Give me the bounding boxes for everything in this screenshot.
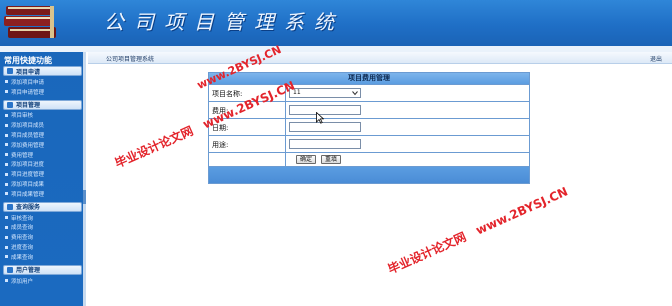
sidebar-item-review-query[interactable]: 审核查询 xyxy=(0,213,85,223)
bullet-icon xyxy=(5,133,8,137)
bullet-icon xyxy=(5,235,8,239)
sidebar-item-label: 进度查询 xyxy=(11,245,34,252)
bullet-icon xyxy=(5,113,8,117)
folder-icon xyxy=(7,101,13,108)
bullet-icon xyxy=(5,192,8,196)
panel-footer xyxy=(209,166,529,183)
sidebar-item-member-query[interactable]: 成员查询 xyxy=(0,223,85,233)
panel-title: 项目费用管理 xyxy=(209,73,529,84)
purpose-label: 用途: xyxy=(209,136,286,152)
sidebar-item-result-query[interactable]: 成果查询 xyxy=(0,252,85,262)
sidebar-item-add-project-apply[interactable]: 添加项目申请 xyxy=(0,77,85,87)
bullet-icon xyxy=(5,153,8,157)
sidebar-item-add-user[interactable]: 添加用户 xyxy=(0,276,85,286)
group-label: 查询服务 xyxy=(16,204,41,212)
sidebar-item-progress-manage[interactable]: 项目进度管理 xyxy=(0,169,85,179)
app-header: 公司项目管理系统 xyxy=(0,0,672,46)
confirm-button[interactable]: 确定 xyxy=(296,155,317,164)
form-row-date: 日期: xyxy=(209,118,529,135)
sidebar-item-label: 添加项目成果 xyxy=(11,182,45,189)
cost-form-panel: 项目费用管理 项目名称: 11 费用: 日期: 用途: 确定 重填 xyxy=(208,72,530,184)
bullet-icon xyxy=(5,80,8,84)
project-name-label: 项目名称: xyxy=(209,85,286,101)
bullet-icon xyxy=(5,225,8,229)
sidebar-item-add-cost[interactable]: 添加费用管理 xyxy=(0,140,85,150)
sidebar-item-label: 项目成果管理 xyxy=(11,191,45,198)
search-icon xyxy=(7,203,13,210)
group-header-query[interactable]: 查询服务 xyxy=(3,201,82,212)
sidebar-item-label: 成员查询 xyxy=(11,225,34,232)
group-label: 用户管理 xyxy=(16,267,41,275)
sidebar-scrollbar[interactable] xyxy=(83,52,86,306)
form-row-project-name: 项目名称: 11 xyxy=(209,84,529,101)
cost-label: 费用: xyxy=(209,102,286,118)
folder-icon xyxy=(7,68,13,74)
bullet-icon xyxy=(5,182,8,186)
nav-group-query: 查询服务 审核查询 成员查询 费用查询 进度查询 成果查询 xyxy=(0,201,85,264)
sidebar-item-label: 添加费用管理 xyxy=(11,142,45,149)
sidebar-item-label: 审核查询 xyxy=(11,215,34,222)
form-row-cost: 费用: xyxy=(209,101,529,118)
main-content: 公司项目管理系统 退出 项目费用管理 项目名称: 11 费用: 日期: 用途: … xyxy=(88,52,672,306)
cost-input[interactable] xyxy=(289,105,361,115)
group-label: 项目申请 xyxy=(16,68,41,76)
purpose-input[interactable] xyxy=(289,139,361,149)
logout-link[interactable]: 退出 xyxy=(650,54,662,63)
form-row-purpose: 用途: xyxy=(209,135,529,152)
sidebar-item-label: 费用管理 xyxy=(11,152,34,159)
sidebar-item-label: 添加用户 xyxy=(11,278,34,285)
bullet-icon xyxy=(5,216,8,220)
group-header-project-manage[interactable]: 项目管理 xyxy=(3,99,82,110)
sidebar-item-progress-query[interactable]: 进度查询 xyxy=(0,242,85,252)
date-label: 日期: xyxy=(209,119,286,135)
reset-button[interactable]: 重填 xyxy=(321,155,342,164)
sidebar-item-label: 项目成员管理 xyxy=(11,133,45,140)
sidebar-item-member-manage[interactable]: 项目成员管理 xyxy=(0,130,85,140)
date-input[interactable] xyxy=(289,122,361,132)
user-icon xyxy=(7,266,13,273)
sidebar-item-label: 项目申请管理 xyxy=(11,89,45,96)
sidebar-item-label: 添加项目成员 xyxy=(11,123,45,130)
form-buttons-row: 确定 重填 xyxy=(209,152,529,166)
sidebar-item-label: 添加项目申请 xyxy=(11,79,45,86)
sidebar-item-label: 项目进度管理 xyxy=(11,172,45,179)
sidebar-item-cost-manage[interactable]: 费用管理 xyxy=(0,150,85,160)
group-label: 项目管理 xyxy=(16,102,41,110)
bullet-icon xyxy=(5,279,8,283)
sidebar-item-label: 添加项目进度 xyxy=(11,162,45,169)
bullet-icon xyxy=(5,162,8,166)
books-logo-icon xyxy=(4,6,56,38)
sidebar-title: 常用快捷功能 xyxy=(4,56,52,65)
sidebar-item-label: 成果查询 xyxy=(11,254,34,261)
project-name-value: 11 xyxy=(293,89,301,96)
sidebar-item-result-manage[interactable]: 项目成果管理 xyxy=(0,189,85,199)
breadcrumb-bar: 公司项目管理系统 退出 xyxy=(88,52,672,64)
bullet-icon xyxy=(5,172,8,176)
nav-group-project-apply: 项目申请 添加项目申请 项目申请管理 xyxy=(0,66,85,99)
sidebar: 常用快捷功能 项目申请 添加项目申请 项目申请管理 项目管理 项目审核 添加项目… xyxy=(0,52,85,306)
app-title: 公司项目管理系统 xyxy=(104,10,344,34)
bullet-icon xyxy=(5,245,8,249)
sidebar-item-label: 项目审核 xyxy=(11,113,34,120)
group-header-project-apply[interactable]: 项目申请 xyxy=(3,66,82,76)
sidebar-item-label: 费用查询 xyxy=(11,235,34,242)
mouse-cursor-icon xyxy=(316,112,324,124)
sidebar-item-project-review[interactable]: 项目审核 xyxy=(0,111,85,121)
sidebar-item-add-progress[interactable]: 添加项目进度 xyxy=(0,160,85,170)
group-header-user-manage[interactable]: 用户管理 xyxy=(3,264,82,275)
nav-group-project-manage: 项目管理 项目审核 添加项目成员 项目成员管理 添加费用管理 费用管理 添加项目… xyxy=(0,99,85,201)
breadcrumb: 公司项目管理系统 xyxy=(106,56,155,63)
bullet-icon xyxy=(5,143,8,147)
sidebar-item-add-result[interactable]: 添加项目成果 xyxy=(0,179,85,189)
scrollbar-thumb[interactable] xyxy=(83,190,86,204)
bullet-icon xyxy=(5,90,8,94)
chevron-down-icon xyxy=(352,91,358,96)
bullet-icon xyxy=(5,255,8,259)
nav-group-user-manage: 用户管理 添加用户 xyxy=(0,264,85,288)
project-name-select[interactable]: 11 xyxy=(289,88,361,98)
sidebar-item-cost-query[interactable]: 费用查询 xyxy=(0,232,85,242)
bullet-icon xyxy=(5,123,8,127)
sidebar-item-project-apply-manage[interactable]: 项目申请管理 xyxy=(0,87,85,97)
sidebar-item-add-member[interactable]: 添加项目成员 xyxy=(0,120,85,130)
